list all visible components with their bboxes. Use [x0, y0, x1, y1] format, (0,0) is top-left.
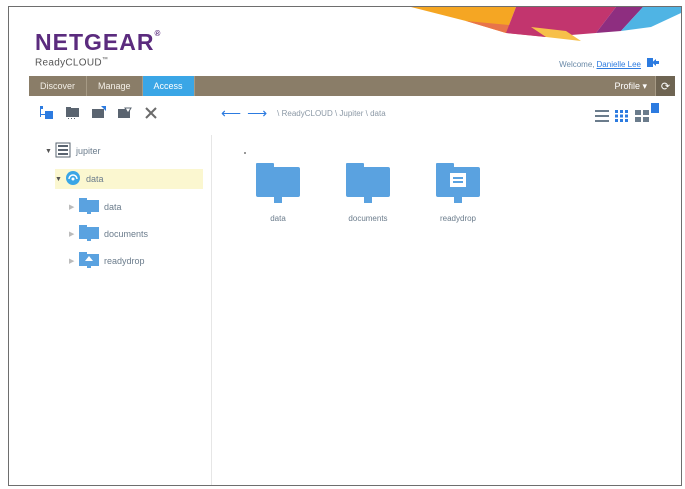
user-name-link[interactable]: Danielle Lee	[597, 60, 641, 69]
back-arrow-icon[interactable]: ⟵	[221, 106, 241, 120]
collapsed-caret-icon[interactable]: ▶	[69, 230, 79, 238]
app-window: NETGEAR® ReadyCLOUD™ Welcome, Danielle L…	[8, 6, 682, 486]
folder-tree: ▼ jupiter ▼ data ▶ data ▶ documents ▶ re…	[29, 135, 212, 485]
netgear-logo[interactable]: NETGEAR®	[35, 29, 161, 56]
readydrop-folder-icon	[436, 163, 480, 208]
file-item-label: readydrop	[439, 214, 477, 223]
tree-label: jupiter	[76, 146, 101, 156]
tree-label: data	[104, 202, 122, 212]
file-item-label: documents	[348, 214, 388, 223]
nas-device-icon	[55, 142, 71, 160]
volume-icon	[65, 170, 81, 188]
tree-label: documents	[104, 229, 149, 239]
grid-view-icon[interactable]	[615, 109, 629, 127]
header-banner-graphic	[411, 7, 681, 41]
folder-icon[interactable]	[65, 105, 81, 121]
content-marker	[244, 152, 246, 154]
tree-label: data	[86, 174, 104, 184]
refresh-icon[interactable]: ⟳	[655, 76, 675, 96]
welcome-label: Welcome,	[559, 59, 595, 69]
tree-node-folder[interactable]: ▶ data	[69, 197, 122, 217]
forward-arrow-icon[interactable]: ⟶	[247, 106, 267, 120]
new-folder-icon[interactable]	[39, 105, 55, 121]
collapsed-caret-icon[interactable]: ▶	[69, 257, 79, 265]
readydrop-folder-icon	[79, 252, 99, 270]
tree-node-volume[interactable]: ▼ data	[55, 169, 203, 189]
path-bar: ⟵ ⟶ \ ReadyCLOUD \ Jupiter \ data	[221, 106, 386, 120]
welcome-bar: Welcome, Danielle Lee	[559, 57, 659, 71]
breadcrumb[interactable]: \ ReadyCLOUD \ Jupiter \ data	[277, 109, 386, 118]
tab-access[interactable]: Access	[142, 76, 195, 96]
tab-manage[interactable]: Manage	[87, 76, 143, 96]
list-view-icon[interactable]	[595, 109, 609, 127]
upload-icon[interactable]	[91, 105, 107, 121]
file-item[interactable]: documents	[333, 163, 403, 223]
tree-node-device[interactable]: ▼ jupiter	[45, 141, 101, 161]
file-toolbar	[39, 105, 159, 121]
file-item-label: data	[270, 214, 286, 223]
view-mode-switcher	[595, 109, 649, 127]
file-browser-content: data documents readydrop	[213, 135, 681, 485]
tree-label: readydrop	[104, 256, 145, 266]
file-item[interactable]: data	[243, 163, 313, 223]
shared-folder-icon	[256, 163, 300, 208]
tile-view-icon[interactable]	[635, 109, 649, 127]
collapsed-caret-icon[interactable]: ▶	[69, 203, 79, 211]
profile-menu[interactable]: Profile ▾	[606, 76, 655, 96]
expand-caret-icon[interactable]: ▼	[55, 176, 65, 183]
shared-folder-icon	[79, 225, 99, 243]
download-icon[interactable]	[117, 105, 133, 121]
bookmark-icon[interactable]	[651, 103, 659, 113]
tab-discover[interactable]: Discover	[29, 76, 88, 96]
expand-caret-icon[interactable]: ▼	[45, 148, 55, 155]
product-name: ReadyCLOUD™	[35, 57, 109, 69]
tree-node-folder[interactable]: ▶ readydrop	[69, 251, 145, 271]
tree-node-folder[interactable]: ▶ documents	[69, 224, 148, 244]
file-item[interactable]: readydrop	[423, 163, 493, 223]
shared-folder-icon	[346, 163, 390, 208]
logout-icon[interactable]	[647, 57, 659, 71]
shared-folder-icon	[79, 198, 99, 216]
delete-icon[interactable]	[143, 105, 159, 121]
brand: NETGEAR® ReadyCLOUD™	[35, 29, 161, 68]
main-nav: Discover Manage Access Profile ▾ ⟳	[29, 76, 675, 96]
